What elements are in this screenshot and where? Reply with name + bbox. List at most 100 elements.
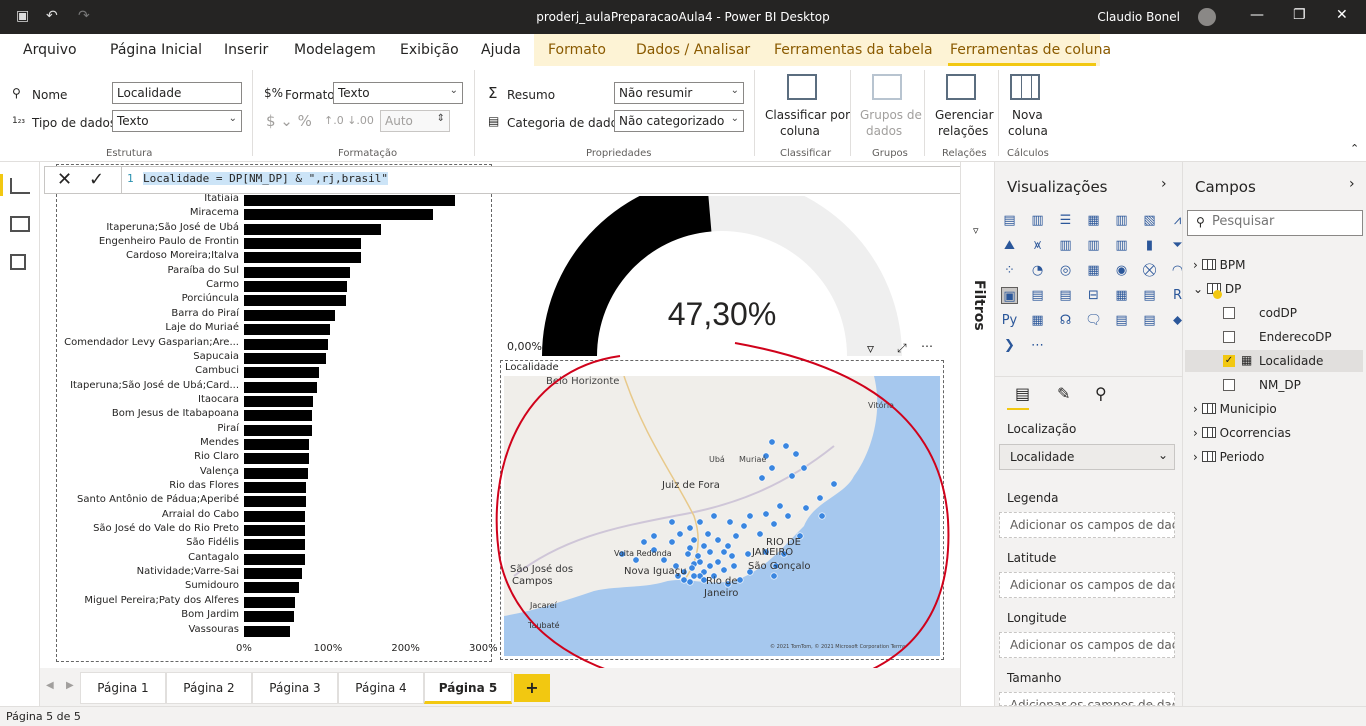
viz-type-icon[interactable]: ▧ bbox=[1141, 212, 1158, 229]
map-point[interactable] bbox=[650, 532, 658, 540]
bar[interactable] bbox=[244, 266, 350, 278]
close-icon[interactable]: ✕ bbox=[1336, 7, 1348, 23]
viz-type-icon[interactable]: ⩙ bbox=[1029, 237, 1046, 254]
nome-input[interactable]: Localidade bbox=[112, 82, 242, 104]
tab-modelagem[interactable]: Modelagem bbox=[294, 42, 376, 58]
viz-type-icon[interactable]: ⛰ bbox=[1001, 237, 1018, 254]
map-point[interactable] bbox=[756, 530, 764, 538]
map-point[interactable] bbox=[720, 566, 728, 574]
map-point[interactable] bbox=[788, 472, 796, 480]
map-point[interactable] bbox=[730, 562, 738, 570]
well-tamanho[interactable]: Adicionar os campos de dad... bbox=[999, 692, 1175, 706]
map-point[interactable] bbox=[686, 544, 694, 552]
bar[interactable] bbox=[244, 510, 306, 522]
formula-code[interactable]: Localidade = DP[NM_DP] & ",rj,brasil" bbox=[143, 172, 389, 185]
map-point[interactable] bbox=[724, 542, 732, 550]
bar[interactable] bbox=[244, 568, 303, 580]
map-point[interactable] bbox=[770, 520, 778, 528]
field-coddp[interactable]: codDP bbox=[1259, 306, 1297, 320]
viz-type-icon[interactable]: ▦ bbox=[1085, 262, 1102, 279]
viz-type-icon[interactable]: ▤ bbox=[1141, 312, 1158, 329]
gauge-chart[interactable]: 47,30% 0,00% bbox=[497, 176, 947, 356]
well-latitude[interactable]: Adicionar os campos de dad... bbox=[999, 572, 1175, 598]
page-tab-2[interactable]: Página 2 bbox=[166, 672, 252, 704]
bar[interactable] bbox=[244, 338, 328, 350]
bar[interactable] bbox=[244, 381, 317, 393]
bar[interactable] bbox=[244, 539, 306, 551]
viz-type-icon[interactable]: ▤ bbox=[1001, 212, 1018, 229]
viz-type-icon[interactable]: Py bbox=[1001, 312, 1018, 329]
page-tab-5[interactable]: Página 5 bbox=[424, 672, 512, 704]
map-point[interactable] bbox=[762, 510, 770, 518]
tab-dados-analisar[interactable]: Dados / Analisar bbox=[636, 42, 750, 58]
tab-ajuda[interactable]: Ajuda bbox=[481, 42, 521, 58]
field-nm-dp[interactable]: NM_DP bbox=[1259, 378, 1301, 392]
map-point[interactable] bbox=[684, 550, 692, 558]
map-point[interactable] bbox=[676, 530, 684, 538]
well-legenda[interactable]: Adicionar os campos de dad... bbox=[999, 512, 1175, 538]
map-point[interactable] bbox=[770, 572, 778, 580]
focus-mode-icon[interactable]: ⤢ bbox=[897, 341, 907, 356]
page-tab-1[interactable]: Página 1 bbox=[80, 672, 166, 704]
map-point[interactable] bbox=[728, 552, 736, 560]
bar[interactable] bbox=[244, 209, 433, 221]
viz-type-icon[interactable]: 🗨 bbox=[1085, 312, 1102, 329]
checkbox-enderecodp[interactable] bbox=[1223, 331, 1235, 343]
map-point[interactable] bbox=[688, 564, 696, 572]
viz-type-icon[interactable]: ▮ bbox=[1141, 237, 1158, 254]
table-municipio[interactable]: › Municipio bbox=[1193, 402, 1277, 416]
analytics-icon[interactable]: ⚲ bbox=[1095, 384, 1107, 403]
bar[interactable] bbox=[244, 424, 312, 436]
map-point[interactable] bbox=[668, 518, 676, 526]
page-next-icon[interactable]: ▶ bbox=[66, 680, 74, 691]
collapse-ribbon-icon[interactable]: ⌃ bbox=[1350, 142, 1359, 155]
map-point[interactable] bbox=[714, 536, 722, 544]
map-point[interactable] bbox=[680, 576, 688, 584]
page-prev-icon[interactable]: ◀ bbox=[46, 680, 54, 691]
map-point[interactable] bbox=[720, 548, 728, 556]
table-bpm[interactable]: › BPM bbox=[1193, 258, 1245, 272]
bar[interactable] bbox=[244, 553, 305, 565]
checkbox-coddp[interactable] bbox=[1223, 307, 1235, 319]
table-periodo[interactable]: › Periodo bbox=[1193, 450, 1264, 464]
map-point[interactable] bbox=[816, 494, 824, 502]
viz-type-icon[interactable]: ☰ bbox=[1057, 212, 1074, 229]
bar[interactable] bbox=[244, 496, 307, 508]
more-options-icon[interactable]: ⋯ bbox=[921, 339, 933, 353]
tipo-select[interactable]: Texto ⌄ bbox=[112, 110, 242, 132]
fields-search[interactable]: ⚲ bbox=[1187, 210, 1363, 236]
map-point[interactable] bbox=[792, 450, 800, 458]
map-point[interactable] bbox=[726, 518, 734, 526]
map-point[interactable] bbox=[758, 474, 766, 482]
map-point[interactable] bbox=[744, 550, 752, 558]
viz-type-icon[interactable]: ▤ bbox=[1113, 312, 1130, 329]
bar[interactable] bbox=[244, 611, 295, 623]
field-enderecodp[interactable]: EnderecoDP bbox=[1259, 330, 1332, 344]
formula-bar[interactable]: ✕ ✓ 1 Localidade = DP[NM_DP] & ",rj,bras… bbox=[44, 166, 988, 194]
viz-type-icon[interactable]: ▥ bbox=[1113, 212, 1130, 229]
viz-type-icon[interactable]: ⋯ bbox=[1029, 337, 1046, 354]
bar[interactable] bbox=[244, 295, 346, 307]
page-tab-4[interactable]: Página 4 bbox=[338, 672, 424, 704]
minimize-icon[interactable]: — bbox=[1250, 7, 1264, 23]
map-point[interactable] bbox=[782, 442, 790, 450]
viz-type-icon[interactable]: ⊟ bbox=[1085, 287, 1102, 304]
viz-type-icon[interactable]: ☊ bbox=[1057, 312, 1074, 329]
viz-type-icon[interactable]: ⛒ bbox=[1141, 262, 1158, 279]
viz-type-icon[interactable]: ▤ bbox=[1029, 287, 1046, 304]
map-point[interactable] bbox=[690, 572, 698, 580]
viz-type-icon[interactable]: ▥ bbox=[1113, 237, 1130, 254]
field-localidade[interactable]: Localidade bbox=[1259, 354, 1323, 368]
map-point[interactable] bbox=[740, 522, 748, 530]
fields-well-icon[interactable]: ▤ bbox=[1015, 384, 1030, 403]
bar[interactable] bbox=[244, 395, 314, 407]
table-ocorrencias[interactable]: › Ocorrencias bbox=[1193, 426, 1291, 440]
map-point[interactable] bbox=[768, 438, 776, 446]
map-point[interactable] bbox=[800, 464, 808, 472]
viz-type-icon[interactable]: ⁘ bbox=[1001, 262, 1018, 279]
tab-ferramentas-coluna[interactable]: Ferramentas de coluna bbox=[950, 42, 1111, 58]
viz-collapse-icon[interactable]: › bbox=[1161, 176, 1167, 192]
viz-type-icon[interactable]: ▤ bbox=[1141, 287, 1158, 304]
decimal-icons[interactable]: ↑.0 ↓.00 bbox=[324, 114, 374, 127]
viz-type-icon[interactable]: ▦ bbox=[1085, 212, 1102, 229]
